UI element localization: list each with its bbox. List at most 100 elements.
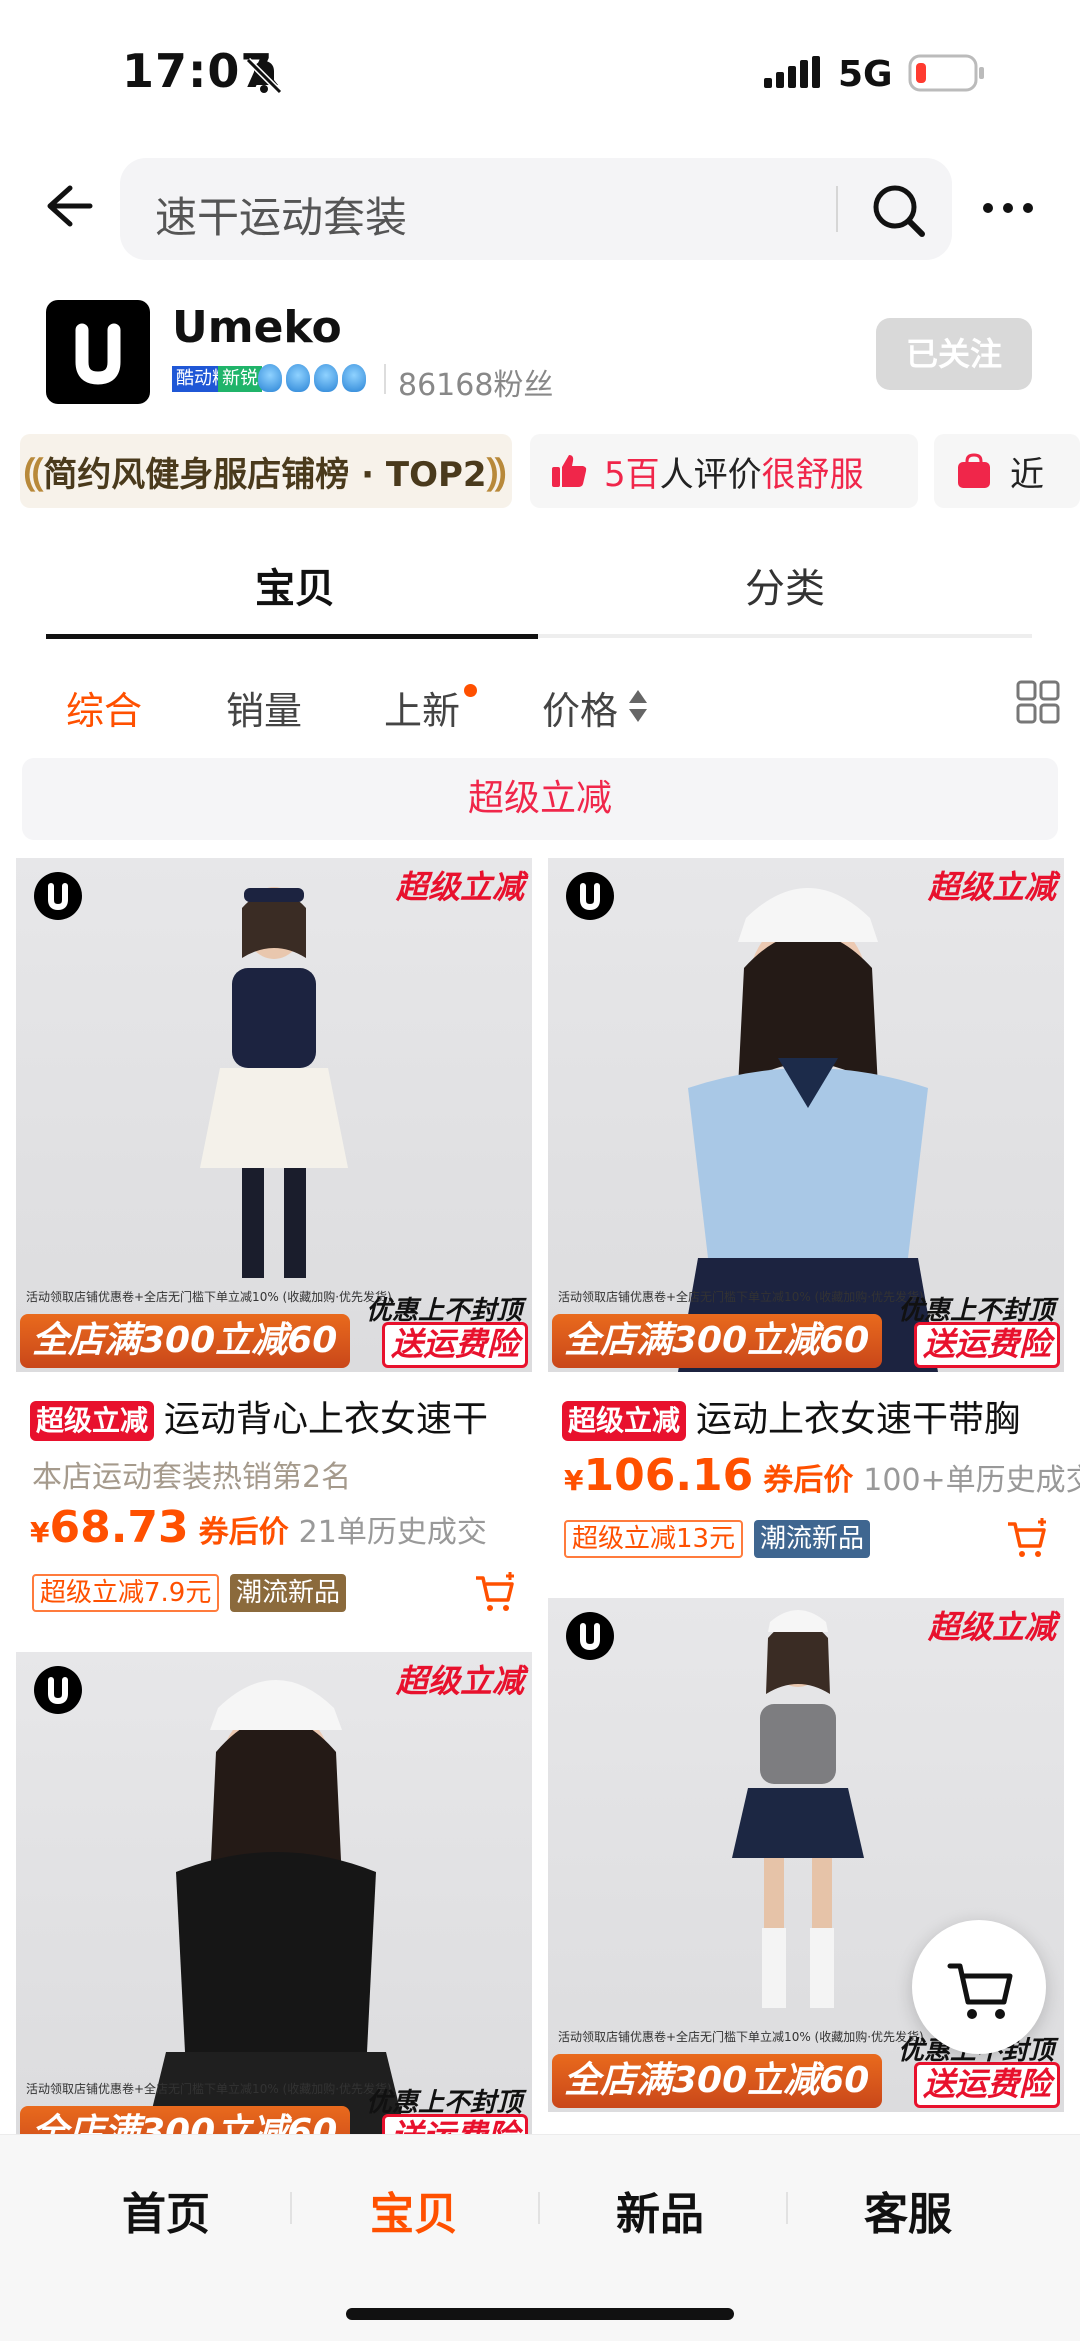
promo-small-text: 活动领取店铺优惠卷+全店无门槛下单立减10% (收藏加购·优先发货) <box>558 1290 924 1304</box>
promo-main-text: 全店满300立减60 <box>20 1314 350 1368</box>
fans-divider <box>384 364 386 394</box>
promo-main-text: 全店满300立减60 <box>20 2106 350 2134</box>
brand-logo-icon <box>580 883 600 911</box>
promo-main-text: 全店满300立减60 <box>552 2054 882 2108</box>
grid-view-icon[interactable] <box>1016 680 1060 724</box>
sort-price[interactable]: 价格 <box>542 680 618 735</box>
discount-chip: 超级立减13元 <box>564 1520 744 1558</box>
back-arrow-icon[interactable] <box>40 178 96 234</box>
promo-right-bottom: 送运费险 <box>913 1322 1060 1368</box>
corner-promo-tag: 超级立减 <box>395 1662 524 1700</box>
brand-logo-icon <box>48 883 68 911</box>
product-image-3[interactable]: 超级立减 活动领取店铺优惠卷+全店无门槛下单立减10% (收藏加购·优先发货) … <box>16 1652 532 2134</box>
promo-right-bottom: 送运费险 <box>381 1322 528 1368</box>
review-pill[interactable]: 5百 人评价 很舒服 <box>530 434 918 508</box>
new-dot-indicator <box>464 684 477 697</box>
recent-text: 近 <box>1010 454 1044 495</box>
product-price-2: ¥106.16 券后价 100+单历史成交 <box>564 1450 1080 1501</box>
promo-right-bottom: 送运费险 <box>381 2114 528 2134</box>
crown-icon <box>258 364 282 392</box>
follow-button[interactable]: 已关注 <box>876 318 1032 390</box>
nav-products[interactable]: 宝贝 <box>314 2178 514 2242</box>
nav-home[interactable]: 首页 <box>66 2178 266 2242</box>
product-subtitle-1: 本店运动套装热销第2名 <box>32 1460 352 1495</box>
review-text: 人评价 <box>659 454 762 495</box>
review-count: 5百 <box>604 454 660 495</box>
sort-comprehensive[interactable]: 综合 <box>66 680 142 735</box>
promo-strip: 活动领取店铺优惠卷+全店无门槛下单立减10% (收藏加购·优先发货) 全店满30… <box>16 2080 532 2134</box>
crown-icon <box>286 364 310 392</box>
price-value: 68.73 <box>49 1502 189 1553</box>
brand-badge <box>34 1666 82 1714</box>
add-to-cart-icon[interactable] <box>1006 1516 1050 1560</box>
promo-small-text: 活动领取店铺优惠卷+全店无门槛下单立减10% (收藏加购·优先发货) <box>558 2030 924 2044</box>
recent-pill[interactable]: 近 <box>934 434 1080 508</box>
price-label: 券后价 <box>198 1515 289 1550</box>
search-icon[interactable] <box>868 180 928 240</box>
search-query-text[interactable]: 速干运动套装 <box>155 184 407 245</box>
tab-products[interactable]: 宝贝 <box>190 556 400 614</box>
promo-main-text: 全店满300立减60 <box>552 1314 882 1368</box>
brand-badge <box>566 872 614 920</box>
shop-name[interactable]: Umeko <box>172 302 342 353</box>
mute-bell-icon <box>245 57 283 95</box>
brand-logo-icon <box>580 1623 600 1651</box>
sold-count: 21单历史成交 <box>298 1515 487 1550</box>
shop-new-badge: 新锐 <box>218 366 262 392</box>
brand-logo-icon <box>48 1677 68 1705</box>
promo-right-bottom: 送运费险 <box>913 2062 1060 2108</box>
model-photo <box>146 1680 406 2134</box>
shop-logo[interactable] <box>46 300 150 404</box>
super-discount-banner[interactable]: 超级立减 <box>22 758 1058 840</box>
ranking-pill[interactable]: ⸨ 简约风健身服店铺榜 · TOP2 ⸩ <box>20 434 512 508</box>
nav-divider <box>786 2192 788 2224</box>
brand-badge <box>566 1612 614 1660</box>
discount-chip: 超级立减7.9元 <box>32 1574 220 1612</box>
signal-icon <box>764 56 820 88</box>
more-options-icon[interactable] <box>980 196 1036 220</box>
model-photo <box>732 1610 864 2008</box>
product-price-1: ¥68.73 券后价 21单历史成交 <box>30 1502 487 1553</box>
brand-badge <box>34 872 82 920</box>
promo-strip: 活动领取店铺优惠卷+全店无门槛下单立减10% (收藏加购·优先发货) 全店满30… <box>548 1288 1064 1372</box>
fans-count: 86168粉丝 <box>398 368 554 403</box>
nav-divider <box>290 2192 292 2224</box>
promo-small-text: 活动领取店铺优惠卷+全店无门槛下单立减10% (收藏加购·优先发货) <box>26 2082 392 2096</box>
search-divider <box>836 186 838 232</box>
product-title-1[interactable]: 超级立减 运动背心上衣女速干 <box>30 1390 520 1442</box>
laurel-left-icon: ⸨ <box>24 450 44 494</box>
title-text: 运动背心上衣女速干 <box>164 1399 489 1440</box>
price-value: 106.16 <box>583 1450 754 1501</box>
add-to-cart-icon[interactable] <box>474 1570 518 1614</box>
product-image-2[interactable]: 超级立减 活动领取店铺优惠卷+全店无门槛下单立减10% (收藏加购·优先发货) … <box>548 858 1064 1372</box>
laurel-right-icon: ⸩ <box>486 450 506 494</box>
tab-categories[interactable]: 分类 <box>680 556 890 614</box>
crown-icon <box>342 364 366 392</box>
shop-logo-mark <box>75 323 121 385</box>
corner-promo-tag: 超级立减 <box>927 1608 1056 1646</box>
currency: ¥ <box>30 1516 50 1549</box>
price-label: 券后价 <box>763 1463 854 1498</box>
nav-service[interactable]: 客服 <box>808 2178 1008 2242</box>
promo-small-text: 活动领取店铺优惠卷+全店无门槛下单立减10% (收藏加购·优先发货) <box>26 1290 392 1304</box>
network-label: 5G <box>838 54 893 95</box>
trend-chip: 潮流新品 <box>754 1520 871 1558</box>
corner-promo-tag: 超级立减 <box>927 868 1056 906</box>
nav-new[interactable]: 新品 <box>560 2178 760 2242</box>
title-promo-tag: 超级立减 <box>30 1401 155 1441</box>
trend-chip: 潮流新品 <box>230 1574 347 1612</box>
crown-icon <box>314 364 338 392</box>
tab-active-indicator <box>46 634 538 639</box>
title-text: 运动上衣女速干带胸 <box>696 1399 1021 1440</box>
review-highlight: 很舒服 <box>761 454 864 495</box>
product-image-1[interactable]: 超级立减 活动领取店铺优惠卷+全店无门槛下单立减10% (收藏加购·优先发货) … <box>16 858 532 1372</box>
product-title-2[interactable]: 超级立减 运动上衣女速干带胸 <box>562 1390 1062 1442</box>
thumbs-up-icon <box>552 455 587 487</box>
sort-sales[interactable]: 销量 <box>226 680 302 735</box>
sort-arrows-icon[interactable] <box>628 688 648 724</box>
currency: ¥ <box>564 1464 584 1497</box>
sort-new[interactable]: 上新 <box>384 680 460 735</box>
floating-cart-button[interactable] <box>912 1920 1046 2054</box>
ranking-text: 简约风健身服店铺榜 · TOP2 <box>43 454 487 495</box>
sold-count: 100+单历史成交 <box>863 1463 1080 1498</box>
